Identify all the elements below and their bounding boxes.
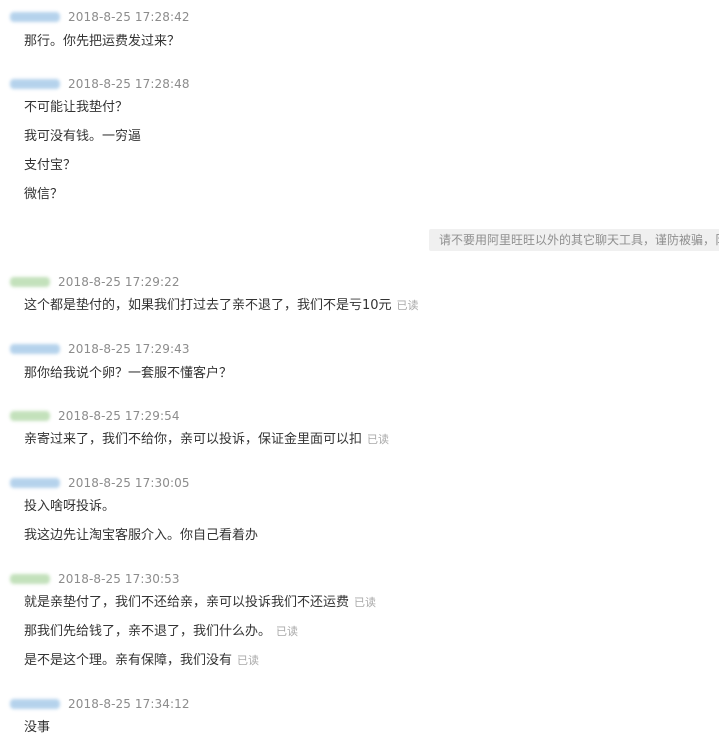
read-receipt: 已读 — [276, 625, 299, 638]
message-timestamp: 2018-8-25 17:28:42 — [68, 10, 190, 24]
message-header: 2018-8-25 17:30:05 — [10, 474, 190, 492]
message-line: 那行。你先把运费发过来？ — [24, 33, 180, 51]
message-header: 2018-8-25 17:29:22 — [10, 273, 180, 291]
message-text: 支付宝？ — [24, 158, 77, 173]
message-line: 就是亲垫付了，我们不还给亲，亲可以投诉我们不还运费 已读 — [24, 594, 376, 612]
message-line: 我这边先让淘宝客服介入。你自己看着办 — [24, 527, 258, 545]
message-text: 那行。你先把运费发过来？ — [24, 34, 181, 49]
customer-name-redacted — [10, 12, 60, 22]
message-line: 不可能让我垫付？ — [24, 99, 128, 117]
message-timestamp: 2018-8-25 17:30:05 — [68, 476, 190, 490]
message-line: 是不是这个理。亲有保障，我们没有 已读 — [24, 652, 259, 670]
message-text: 是不是这个理。亲有保障，我们没有 — [24, 653, 233, 668]
message-timestamp: 2018-8-25 17:29:22 — [58, 275, 180, 289]
message-timestamp: 2018-8-25 17:29:43 — [68, 342, 190, 356]
message-line: 我可没有钱。一穷逼 — [24, 128, 141, 146]
message-text: 这个都是垫付的，如果我们打过去了亲不退了，我们不是亏10元 — [24, 298, 392, 313]
seller-name-redacted — [10, 574, 50, 584]
message-header: 2018-8-25 17:30:53 — [10, 570, 180, 588]
message-text: 那你给我说个卵？一套服不懂客户？ — [24, 366, 233, 381]
message-timestamp: 2018-8-25 17:29:54 — [58, 409, 180, 423]
message-line: 亲寄过来了，我们不给你，亲可以投诉，保证金里面可以扣 已读 — [24, 431, 389, 449]
message-timestamp: 2018-8-25 17:30:53 — [58, 572, 180, 586]
message-line: 那你给我说个卵？一套服不懂客户？ — [24, 365, 232, 383]
message-header: 2018-8-25 17:28:42 — [10, 8, 190, 26]
read-receipt: 已读 — [354, 596, 377, 609]
read-receipt: 已读 — [396, 299, 419, 312]
message-text: 亲寄过来了，我们不给你，亲可以投诉，保证金里面可以扣 — [24, 432, 363, 447]
message-text: 微信？ — [24, 187, 64, 202]
message-line: 没事 — [24, 719, 50, 737]
message-header: 2018-8-25 17:29:43 — [10, 340, 190, 358]
message-timestamp: 2018-8-25 17:28:48 — [68, 77, 190, 91]
message-text: 就是亲垫付了，我们不还给亲，亲可以投诉我们不还运费 — [24, 595, 350, 610]
seller-name-redacted — [10, 277, 50, 287]
message-timestamp: 2018-8-25 17:34:12 — [68, 697, 190, 711]
message-header: 2018-8-25 17:29:54 — [10, 407, 180, 425]
customer-name-redacted — [10, 478, 60, 488]
seller-name-redacted — [10, 411, 50, 421]
message-line: 支付宝？ — [24, 157, 76, 175]
message-line: 投入啥呀投诉。 — [24, 498, 115, 516]
chat-history: 请不要用阿里旺旺以外的其它聊天工具，谨防被骗，阝 2018-8-25 17:28… — [0, 0, 719, 738]
message-text: 投入啥呀投诉。 — [24, 499, 116, 514]
customer-name-redacted — [10, 699, 60, 709]
read-receipt: 已读 — [367, 433, 390, 446]
message-header: 2018-8-25 17:28:48 — [10, 75, 190, 93]
message-text: 我可没有钱。一穷逼 — [24, 129, 142, 144]
read-receipt: 已读 — [237, 654, 260, 667]
security-notice: 请不要用阿里旺旺以外的其它聊天工具，谨防被骗，阝 — [429, 229, 719, 251]
message-text: 不可能让我垫付？ — [24, 100, 129, 115]
customer-name-redacted — [10, 79, 60, 89]
message-line: 那我们先给钱了，亲不退了，我们什么办。 已读 — [24, 623, 298, 641]
message-line: 这个都是垫付的，如果我们打过去了亲不退了，我们不是亏10元 已读 — [24, 297, 419, 315]
customer-name-redacted — [10, 344, 60, 354]
message-text: 那我们先给钱了，亲不退了，我们什么办。 — [24, 624, 272, 639]
message-line: 微信？ — [24, 186, 63, 204]
message-header: 2018-8-25 17:34:12 — [10, 695, 190, 713]
message-text: 我这边先让淘宝客服介入。你自己看着办 — [24, 528, 259, 543]
message-text: 没事 — [24, 720, 51, 735]
